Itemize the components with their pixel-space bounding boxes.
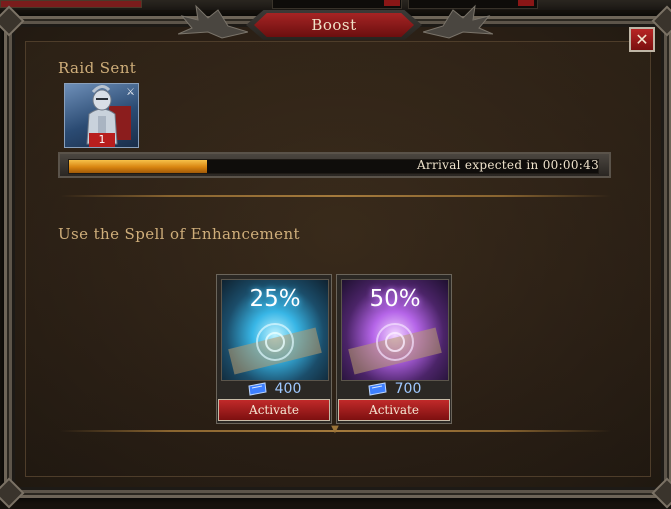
close-button[interactable]: ✕ [629,27,655,52]
unit-card[interactable]: ⚔ 1 [64,83,139,148]
background-red-marker-1 [384,0,400,6]
section-divider [60,195,611,197]
background-top-bar [0,0,671,10]
spell-percent: 50% [369,286,421,312]
gem-icon [248,382,267,396]
dialog-title: Boost [254,13,414,37]
spell-card-25[interactable]: 25% 400 Activate [216,274,332,424]
background-red-marker-2 [518,0,534,6]
progress-fill [69,160,207,173]
frame-corner [0,5,25,37]
spell-cost-value: 400 [274,381,302,397]
close-icon: ✕ [635,30,649,49]
spell-cost: 700 [341,379,447,399]
activate-button-25[interactable]: Activate [218,399,330,421]
background-tab [0,0,142,8]
scroll-icon: 50% [341,279,449,381]
sword-icon: ⚔ [126,87,135,98]
enhancement-heading: Use the Spell of Enhancement [58,225,300,243]
spell-cost-value: 700 [394,381,422,397]
background-field-1 [272,0,402,9]
spell-cost: 400 [221,379,327,399]
activate-button-50[interactable]: Activate [338,399,450,421]
divider-ornament-icon: ▼ [331,424,339,435]
gargoyle-left-icon [178,4,248,39]
raid-sent-heading: Raid Sent [58,59,137,77]
raid-progress-bar: Arrival expected in 00:00:43 [58,152,611,178]
gargoyle-right-icon [423,4,493,39]
spell-percent: 25% [249,286,301,312]
unit-count: 1 [89,133,115,147]
arrival-countdown: Arrival expected in 00:00:43 [416,158,599,172]
scroll-icon: 25% [221,279,329,381]
frame-corner [0,477,25,509]
spell-card-50[interactable]: 50% 700 Activate [336,274,452,424]
frame-corner [651,477,671,509]
gem-icon [368,382,387,396]
